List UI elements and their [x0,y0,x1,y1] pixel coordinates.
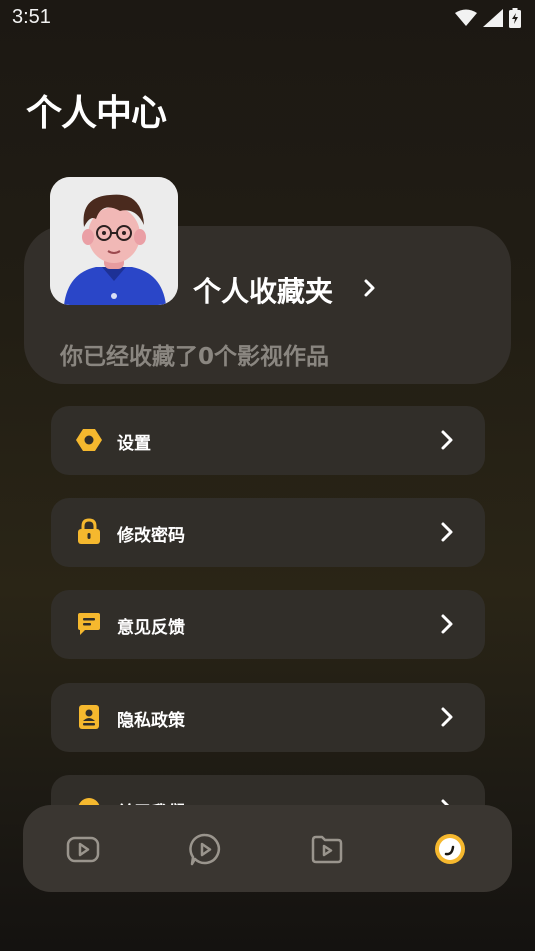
nav-tab-home[interactable] [65,831,101,867]
bottom-navigation [23,805,512,892]
menu-item-settings[interactable]: 设置 [51,406,485,475]
menu-item-privacy[interactable]: 隐私政策 [51,683,485,752]
signal-icon [483,9,503,27]
chevron-right-icon[interactable] [362,278,378,298]
nav-tab-library[interactable] [309,831,345,867]
status-bar: 3:51 [0,0,535,36]
chevron-right-icon [441,614,453,634]
status-icons [455,8,521,28]
menu-item-label: 意见反馈 [117,618,185,638]
avatar-image [50,177,178,305]
menu-item-feedback[interactable]: 意见反馈 [51,590,485,659]
avatar[interactable] [50,177,178,305]
battery-icon [509,8,521,28]
chevron-right-icon [441,430,453,450]
menu-item-label: 隐私政策 [117,711,185,731]
nav-tab-profile[interactable] [432,831,468,867]
menu-item-label: 设置 [117,434,151,454]
chevron-right-icon [441,522,453,542]
menu-item-label: 修改密码 [117,526,185,546]
feedback-icon [78,613,100,635]
wifi-icon [455,9,477,26]
status-time: 3:51 [12,6,51,28]
menu-item-change-password[interactable]: 修改密码 [51,498,485,567]
favorites-title[interactable]: 个人收藏夹 [193,270,333,310]
favorites-subtitle: 你已经收藏了0个影视作品 [60,344,330,370]
chevron-right-icon [441,707,453,727]
gear-icon [76,429,102,451]
page-title: 个人中心 [26,93,167,134]
folder-play-icon [311,835,343,864]
profile-icon [435,834,465,864]
nav-tab-discover[interactable] [187,831,223,867]
privacy-icon [79,705,99,729]
chat-play-icon [189,833,221,866]
lock-icon [78,518,100,544]
video-play-icon [66,836,100,863]
